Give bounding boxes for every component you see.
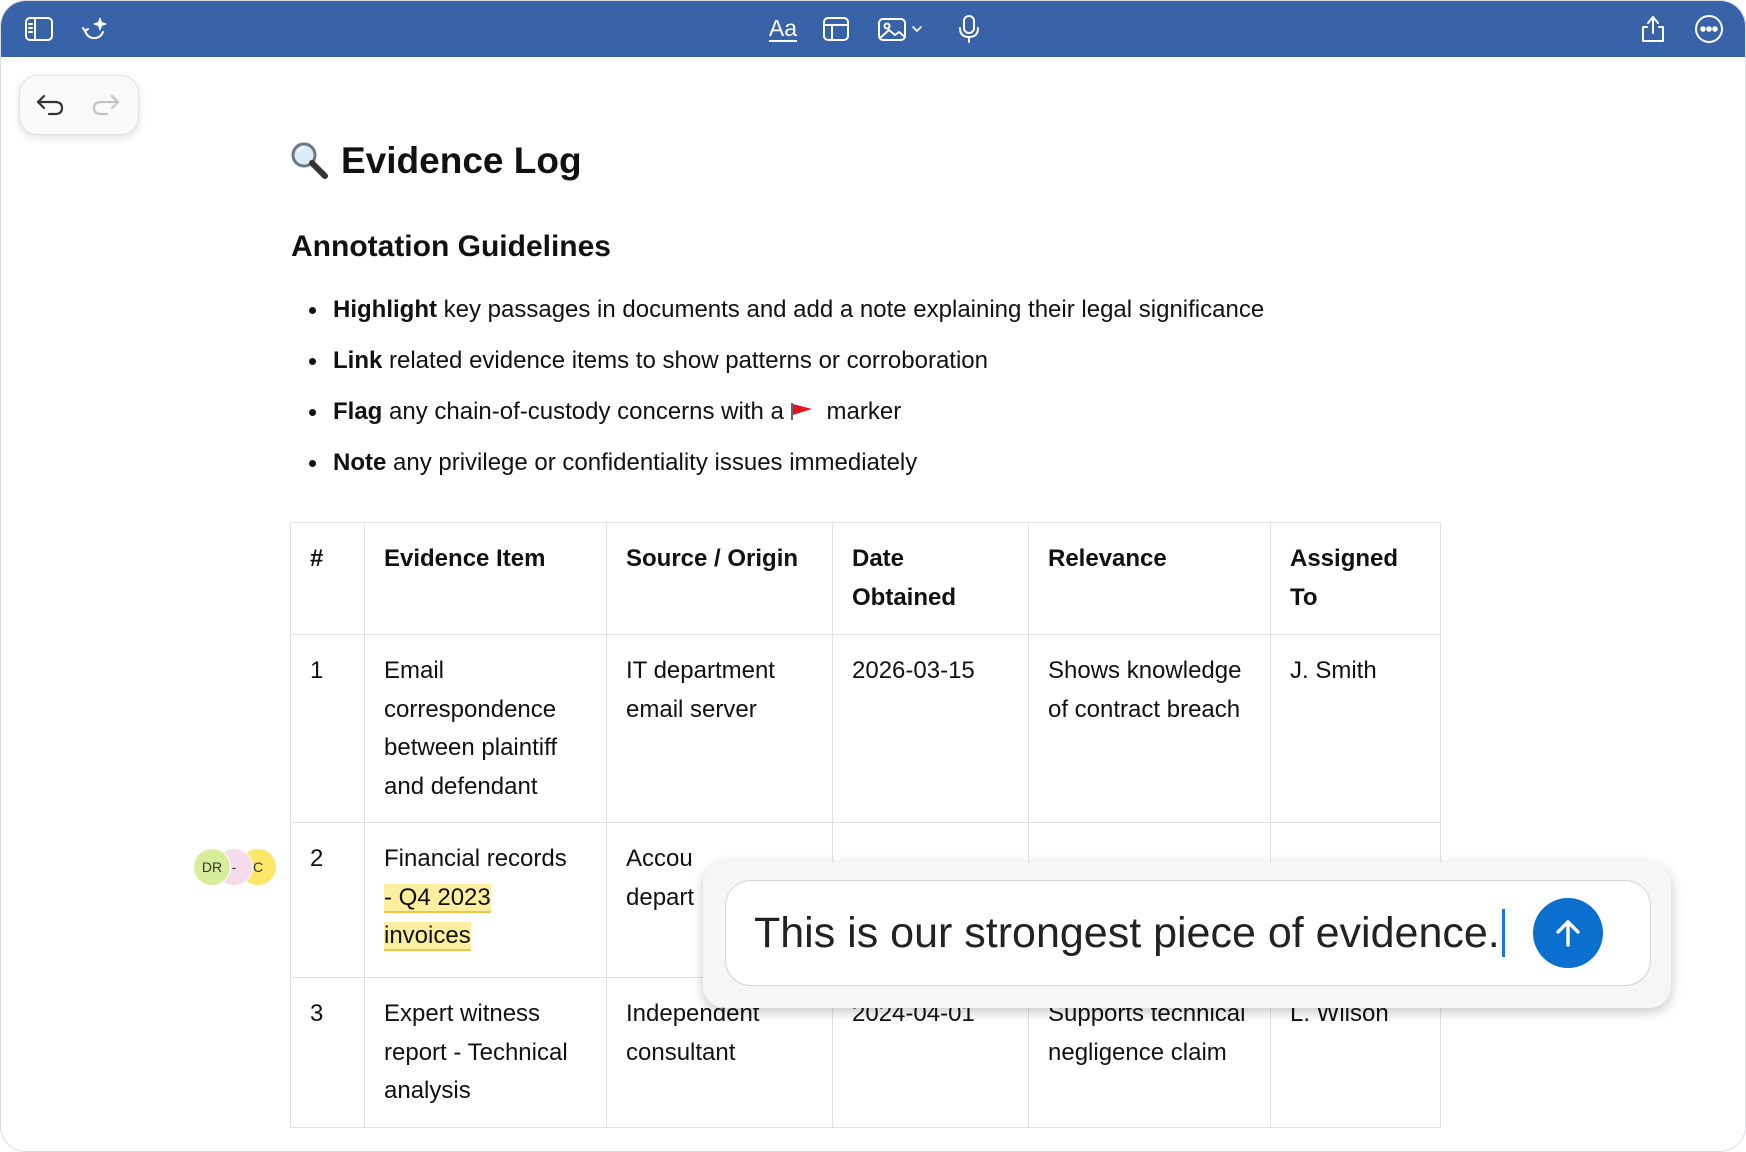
cell-number[interactable]: 2	[290, 822, 365, 978]
cell-evidence-item[interactable]: Financial records - Q4 2023 invoices	[364, 822, 607, 978]
collaborator-avatars[interactable]: DR - C	[193, 848, 283, 886]
share-icon[interactable]	[1635, 11, 1671, 47]
arrow-up-icon	[1556, 920, 1580, 947]
column-header-evidence-item[interactable]: Evidence Item	[364, 522, 607, 635]
undo-redo-panel	[19, 75, 139, 135]
comment-popover: This is our strongest piece of evidence.	[703, 862, 1671, 1008]
section-heading[interactable]: Annotation Guidelines	[291, 230, 1441, 264]
cell-relevance[interactable]: Shows knowledge of contract breach	[1028, 634, 1271, 823]
cell-date[interactable]: 2026-03-15	[832, 634, 1029, 823]
magnifying-glass-icon	[291, 142, 328, 179]
cell-source[interactable]: IT department email server	[606, 634, 833, 823]
undo-button[interactable]	[34, 89, 66, 121]
comment-input[interactable]: This is our strongest piece of evidence.	[725, 880, 1651, 986]
text-format-icon[interactable]: Aa	[763, 11, 803, 47]
microphone-icon[interactable]	[951, 11, 987, 47]
redo-button[interactable]	[90, 89, 122, 121]
page-title[interactable]: Evidence Log	[289, 136, 1441, 186]
ai-assist-icon[interactable]	[77, 11, 113, 47]
column-header-date[interactable]: Date Obtained	[832, 522, 1029, 635]
cell-evidence-item[interactable]: Email correspondence between plaintiff a…	[364, 634, 607, 823]
cell-number[interactable]: 3	[290, 977, 365, 1128]
send-button[interactable]	[1533, 898, 1603, 968]
highlighted-text[interactable]: - Q4 2023	[384, 883, 491, 911]
sidebar-icon[interactable]	[21, 11, 57, 47]
guidelines-list: Highlight key passages in documents and …	[291, 284, 1441, 488]
cell-number[interactable]: 1	[290, 634, 365, 823]
list-item[interactable]: Flag any chain-of-custody concerns with …	[291, 386, 1441, 437]
app-window: Aa Evidence Log Annotation Guidelines Hi…	[0, 0, 1746, 1152]
evidence-table: # Evidence Item Source / Origin Date Obt…	[290, 522, 1441, 1128]
column-header-assigned[interactable]: Assigned To	[1270, 522, 1441, 635]
avatar: DR	[193, 848, 231, 886]
column-header-source[interactable]: Source / Origin	[606, 522, 833, 635]
column-header-relevance[interactable]: Relevance	[1028, 522, 1271, 635]
text-cursor	[1501, 909, 1505, 957]
column-header-number[interactable]: #	[290, 522, 365, 635]
list-item[interactable]: Highlight key passages in documents and …	[291, 284, 1441, 335]
highlighted-text[interactable]: invoices	[384, 922, 471, 949]
image-icon[interactable]	[875, 11, 925, 47]
cell-assigned[interactable]: J. Smith	[1270, 634, 1441, 823]
page-title-text: Evidence Log	[341, 140, 582, 181]
table-icon[interactable]	[818, 11, 854, 47]
cell-evidence-item[interactable]: Expert witness report - Technical analys…	[364, 977, 607, 1128]
document-body: Evidence Log Annotation Guidelines Highl…	[291, 121, 1441, 488]
table-header-row: # Evidence Item Source / Origin Date Obt…	[290, 522, 1441, 635]
red-flag-icon	[790, 402, 812, 420]
list-item[interactable]: Note any privilege or confidentiality is…	[291, 437, 1441, 488]
top-toolbar: Aa	[1, 1, 1745, 57]
more-icon[interactable]	[1691, 11, 1727, 47]
list-item[interactable]: Link related evidence items to show patt…	[291, 335, 1441, 386]
table-row: 1 Email correspondence between plaintiff…	[290, 634, 1441, 823]
